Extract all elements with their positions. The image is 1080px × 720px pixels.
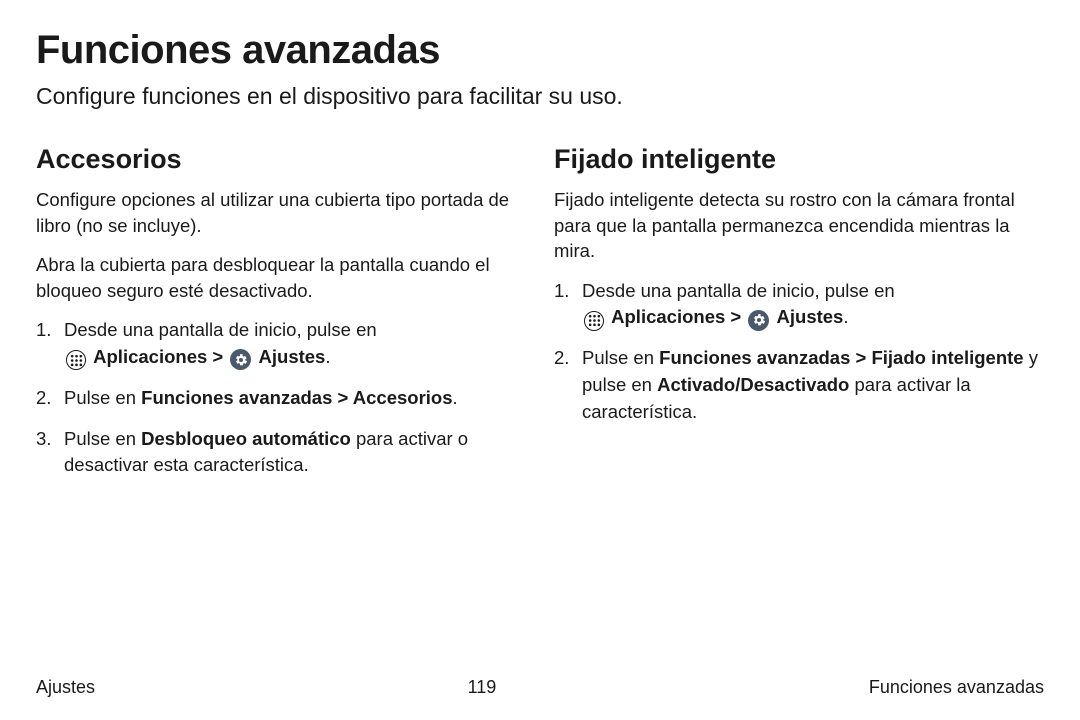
right-step-2: Pulse en Funciones avanzadas > Fijado in… xyxy=(554,345,1044,425)
left-para-1: Configure opciones al utilizar una cubie… xyxy=(36,187,526,238)
left-step-2: Pulse en Funciones avanzadas > Accesorio… xyxy=(36,385,526,412)
right-steps: Desde una pantalla de inicio, pulse en A… xyxy=(554,278,1044,426)
apps-label: Aplicaciones xyxy=(611,306,725,327)
step-text: Desde una pantalla de inicio, pulse en xyxy=(582,280,895,301)
settings-label: Ajustes xyxy=(777,306,844,327)
step-text: Pulse en xyxy=(64,387,141,408)
apps-icon xyxy=(584,311,604,331)
settings-label: Ajustes xyxy=(259,346,326,367)
page-footer: Ajustes 119 Funciones avanzadas xyxy=(36,677,1044,698)
left-column: Accesorios Configure opciones al utiliza… xyxy=(36,144,526,493)
period: . xyxy=(325,346,330,367)
step-bold: Funciones avanzadas > Fijado inteligente xyxy=(659,347,1023,368)
step-bold: Desbloqueo automático xyxy=(141,428,351,449)
left-step-1: Desde una pantalla de inicio, pulse en A… xyxy=(36,317,526,371)
footer-right: Funciones avanzadas xyxy=(869,677,1044,698)
page-intro: Configure funciones en el dispositivo pa… xyxy=(36,83,1044,110)
footer-left: Ajustes xyxy=(36,677,95,698)
apps-icon xyxy=(66,350,86,370)
separator: > xyxy=(212,346,228,367)
columns: Accesorios Configure opciones al utiliza… xyxy=(36,144,1044,493)
footer-page-number: 119 xyxy=(468,677,497,698)
manual-page: Funciones avanzadas Configure funciones … xyxy=(0,0,1080,720)
right-step-1: Desde una pantalla de inicio, pulse en A… xyxy=(554,278,1044,332)
separator: > xyxy=(730,306,746,327)
left-step-3: Pulse en Desbloqueo automático para acti… xyxy=(36,426,526,480)
section-heading-fijado: Fijado inteligente xyxy=(554,144,1044,175)
section-heading-accesorios: Accesorios xyxy=(36,144,526,175)
left-steps: Desde una pantalla de inicio, pulse en A… xyxy=(36,317,526,479)
right-column: Fijado inteligente Fijado inteligente de… xyxy=(554,144,1044,493)
settings-icon xyxy=(748,310,769,331)
right-para-1: Fijado inteligente detecta su rostro con… xyxy=(554,187,1044,264)
step-text: Pulse en xyxy=(64,428,141,449)
step-bold: Activado/Desactivado xyxy=(657,374,849,395)
settings-icon xyxy=(230,349,251,370)
period: . xyxy=(843,306,848,327)
page-title: Funciones avanzadas xyxy=(36,28,1044,73)
apps-label: Aplicaciones xyxy=(93,346,207,367)
left-para-2: Abra la cubierta para desbloquear la pan… xyxy=(36,252,526,303)
step-bold: Funciones avanzadas > Accesorios xyxy=(141,387,452,408)
step-text: Pulse en xyxy=(582,347,659,368)
period: . xyxy=(453,387,458,408)
step-text: Desde una pantalla de inicio, pulse en xyxy=(64,319,377,340)
